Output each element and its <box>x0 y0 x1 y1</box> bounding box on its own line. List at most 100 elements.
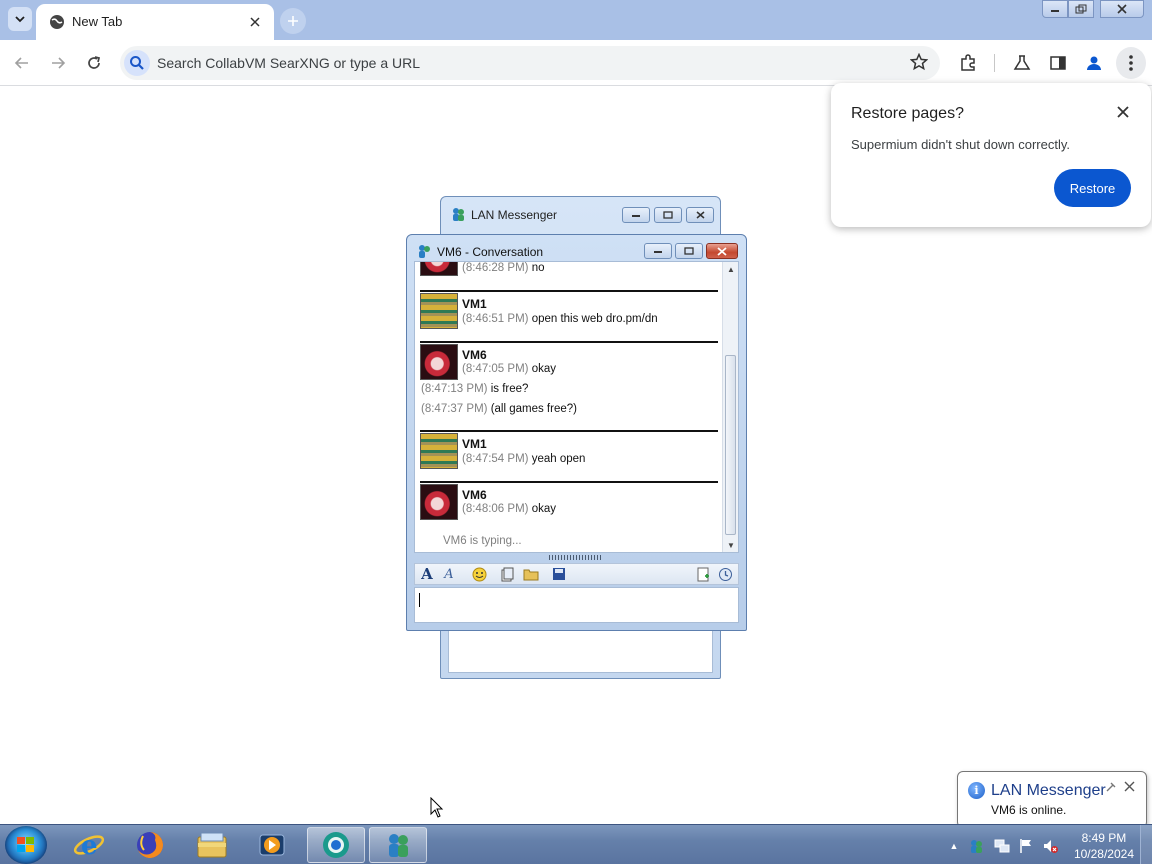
close-button[interactable] <box>686 207 714 223</box>
send-file-button[interactable] <box>522 566 540 582</box>
mouse-cursor-icon <box>430 797 444 818</box>
flag-icon <box>1020 839 1031 853</box>
extensions-button[interactable] <box>956 51 980 75</box>
notification-balloon[interactable]: i LAN Messenger VM6 is online. <box>957 771 1147 846</box>
chat-history[interactable]: (8:46:28 PM) no VM1 (8:46:51 PM) open th… <box>414 261 739 553</box>
side-panel-icon <box>1050 56 1066 70</box>
font-color-button[interactable]: A <box>440 566 458 582</box>
firefox-icon <box>137 832 163 858</box>
pin-icon[interactable] <box>1104 782 1116 794</box>
globe-icon <box>50 15 64 29</box>
start-button[interactable] <box>5 826 47 864</box>
splitter-grip[interactable] <box>549 555 603 560</box>
show-hidden-icons-button[interactable]: ▲ <box>946 838 962 854</box>
chat-scrollbar[interactable]: ▲ ▼ <box>722 262 738 552</box>
add-contact-button[interactable] <box>694 566 712 582</box>
close-icon[interactable] <box>1124 781 1135 792</box>
avatar <box>420 344 458 380</box>
history-button[interactable] <box>716 566 734 582</box>
minimize-icon <box>1051 10 1059 12</box>
close-button[interactable] <box>706 243 738 259</box>
file-explorer-icon <box>197 832 227 858</box>
avatar <box>420 293 458 329</box>
save-button[interactable] <box>550 566 568 582</box>
taskbar-lan-messenger[interactable] <box>369 827 427 863</box>
tray-volume[interactable] <box>1042 838 1058 854</box>
chevron-down-icon <box>15 16 25 23</box>
close-window-button[interactable] <box>1100 0 1144 18</box>
message-separator <box>420 341 718 343</box>
restore-button[interactable]: Restore <box>1054 169 1131 207</box>
tray-lan-messenger[interactable] <box>968 838 984 854</box>
search-icon <box>124 50 150 76</box>
menu-button[interactable] <box>1116 47 1146 79</box>
chat-line: (8:47:54 PM) yeah open <box>462 453 586 465</box>
conversation-icon <box>419 245 430 258</box>
maximize-button[interactable] <box>654 207 682 223</box>
font-button[interactable]: A <box>418 565 436 583</box>
tab-close-button[interactable] <box>246 13 264 31</box>
side-panel-button[interactable] <box>1046 51 1070 75</box>
chevron-up-icon: ▲ <box>949 841 959 851</box>
minimize-icon <box>654 251 662 253</box>
close-icon <box>1117 4 1127 14</box>
taskbar-firefox[interactable] <box>121 827 179 863</box>
close-icon <box>696 211 704 219</box>
nudge-icon <box>501 567 514 581</box>
lan-window-title: LAN Messenger <box>471 208 558 222</box>
maximize-button[interactable] <box>675 243 703 259</box>
text-caret <box>419 593 420 607</box>
restore-button[interactable] <box>1068 0 1094 18</box>
svg-text:e: e <box>81 831 98 860</box>
browser-tab[interactable]: New Tab <box>36 4 274 40</box>
lan-messenger-icon <box>389 834 408 857</box>
address-bar[interactable]: Search CollabVM SearXNG or type a URL <box>120 46 940 80</box>
tray-action-center[interactable] <box>1018 838 1034 854</box>
taskbar-media-player[interactable] <box>243 827 301 863</box>
supermium-icon <box>323 832 349 858</box>
minimize-button[interactable] <box>622 207 650 223</box>
clock-date: 10/28/2024 <box>1073 847 1134 861</box>
taskbar-internet-explorer[interactable]: e <box>60 827 118 863</box>
info-icon: i <box>968 782 985 799</box>
labs-button[interactable] <box>1010 51 1034 75</box>
tab-search-button[interactable] <box>8 7 32 31</box>
chat-line: (8:47:13 PM) is free? <box>421 383 529 395</box>
nudge-button[interactable] <box>498 566 516 582</box>
scroll-down-arrow[interactable]: ▼ <box>723 538 738 552</box>
restore-pages-dialog: Restore pages? Supermium didn't shut dow… <box>831 83 1151 227</box>
taskbar-file-explorer[interactable] <box>183 827 241 863</box>
conversation-window-controls <box>644 243 738 259</box>
back-button[interactable] <box>10 51 34 75</box>
scroll-up-arrow[interactable]: ▲ <box>723 262 738 276</box>
tray-network[interactable] <box>994 838 1010 854</box>
chat-line: (8:46:51 PM) open this web dro.pm/dn <box>462 313 658 325</box>
forward-button[interactable] <box>46 51 70 75</box>
lan-window-controls <box>622 207 714 223</box>
scroll-thumb[interactable] <box>725 355 736 535</box>
bookmark-star-icon[interactable] <box>910 53 928 71</box>
minimize-button[interactable] <box>644 243 672 259</box>
formatting-toolbar: A A <box>414 563 739 585</box>
windows-logo-icon <box>17 837 35 853</box>
save-icon <box>553 568 565 580</box>
folder-icon <box>523 569 539 581</box>
taskbar-clock[interactable]: 8:49 PM 10/28/2024 <box>1074 830 1134 862</box>
lan-messenger-tray-icon <box>971 840 982 853</box>
new-tab-button[interactable] <box>280 8 306 34</box>
internet-explorer-icon: e <box>73 831 105 860</box>
taskbar-supermium[interactable] <box>307 827 365 863</box>
avatar <box>420 262 458 276</box>
minimize-button[interactable] <box>1042 0 1068 18</box>
notification-title: LAN Messenger <box>991 782 1106 799</box>
plus-icon <box>288 16 298 26</box>
show-desktop-button[interactable] <box>1140 825 1152 864</box>
message-input[interactable] <box>414 587 739 623</box>
restore-close-button[interactable] <box>1115 104 1131 120</box>
emoticon-button[interactable] <box>470 566 488 582</box>
reload-icon <box>88 56 101 69</box>
reload-button[interactable] <box>82 51 106 75</box>
smiley-icon <box>472 567 486 581</box>
more-vertical-icon <box>1129 55 1133 71</box>
profile-button[interactable] <box>1082 51 1106 75</box>
